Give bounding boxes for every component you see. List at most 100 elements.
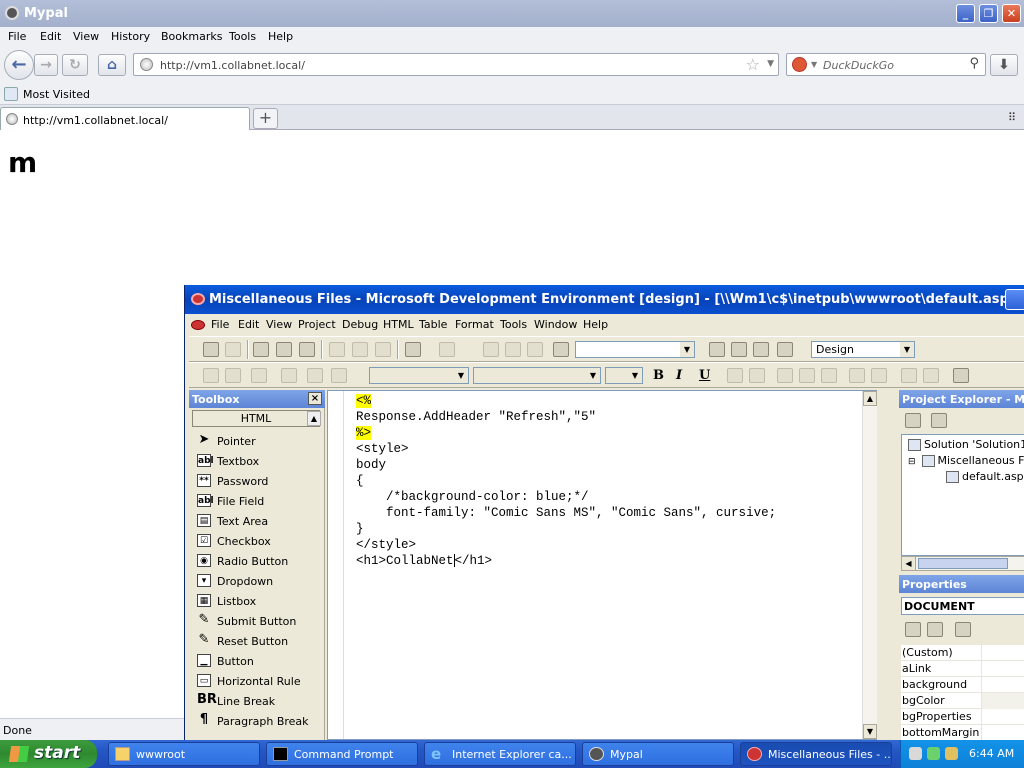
underline-button[interactable]: U — [699, 368, 710, 383]
network-icon[interactable] — [909, 747, 922, 760]
copy-icon[interactable] — [352, 342, 368, 357]
solution-explorer-icon[interactable] — [709, 342, 725, 357]
save-icon[interactable] — [276, 342, 292, 357]
search-engine-dropdown-icon[interactable]: ▼ — [811, 60, 817, 69]
grid-icon[interactable] — [251, 368, 267, 383]
ide-menu-icon[interactable] — [191, 320, 205, 330]
scroll-left-icon[interactable]: ◀ — [902, 557, 916, 570]
ide-menu-html[interactable]: HTML — [383, 318, 414, 331]
start-debug-icon[interactable] — [483, 342, 499, 357]
property-value[interactable] — [981, 725, 1024, 741]
add-item-icon[interactable] — [225, 342, 241, 357]
toolbox-item[interactable]: ▤ Text Area — [195, 512, 321, 530]
view-code-icon[interactable] — [905, 413, 921, 428]
toolbox-item[interactable]: ➤ Pointer — [195, 432, 321, 450]
code-editor[interactable]: <% Response.AddHeader "Refresh","5" %> <… — [327, 390, 877, 740]
save-all-icon[interactable] — [299, 342, 315, 357]
sort-alphabetic-icon[interactable] — [905, 622, 921, 637]
sort-categorized-icon[interactable] — [927, 622, 943, 637]
numbered-list-icon[interactable] — [849, 368, 865, 383]
toolbox-item[interactable]: abl Textbox — [195, 452, 321, 470]
search-icon[interactable]: ⚲ — [969, 56, 979, 71]
scroll-up-icon[interactable]: ▲ — [863, 391, 877, 406]
property-row[interactable]: background — [901, 677, 1024, 693]
toolbox-item[interactable]: ✎ Reset Button — [195, 632, 321, 650]
toolbox-item[interactable]: ▦ Listbox — [195, 592, 321, 610]
scroll-down-icon[interactable]: ▼ — [863, 724, 877, 739]
ide-menu-help[interactable]: Help — [583, 318, 608, 331]
property-row[interactable]: (Custom) — [901, 645, 1024, 661]
most-visited-bookmark[interactable]: Most Visited — [23, 88, 90, 101]
start-button[interactable]: start — [0, 740, 97, 768]
outdent-icon[interactable] — [901, 368, 917, 383]
menu-view[interactable]: View — [73, 30, 99, 43]
task-wwwroot[interactable]: wwwroot — [108, 742, 260, 766]
volume-icon[interactable] — [945, 747, 958, 760]
menu-history[interactable]: History — [111, 30, 150, 43]
toolbox-item[interactable]: ☑ Checkbox — [195, 532, 321, 550]
block-format-select[interactable]: ▼ — [369, 367, 469, 384]
italic-button[interactable]: I — [676, 368, 682, 383]
ide-menu-view[interactable]: View — [266, 318, 292, 331]
tree-node-misc-files[interactable]: ⊟ Miscellaneous Files — [908, 454, 1024, 467]
toolbox-item[interactable]: abl File Field — [195, 492, 321, 510]
close-button[interactable]: ✕ — [1002, 4, 1021, 23]
absolute-position-icon[interactable] — [307, 368, 323, 383]
properties-object-select[interactable]: DOCUMENT — [901, 597, 1024, 615]
undo-icon[interactable] — [405, 342, 421, 357]
menu-tools[interactable]: Tools — [229, 30, 256, 43]
toolbox-tab-html[interactable]: HTML — [192, 410, 320, 427]
task-mypal[interactable]: Mypal — [582, 742, 734, 766]
project-tree-horizontal-scrollbar[interactable]: ◀ — [901, 556, 1024, 571]
home-button[interactable]: ⌂ — [98, 54, 126, 76]
task-list-icon[interactable] — [777, 342, 793, 357]
toolbox-item[interactable]: ▁ Button — [195, 652, 321, 670]
paste-icon[interactable] — [375, 342, 391, 357]
align-left-icon[interactable] — [777, 368, 793, 383]
property-value[interactable] — [981, 661, 1024, 677]
ide-menu-window[interactable]: Window — [534, 318, 577, 331]
tab-collabnet[interactable]: http://vm1.collabnet.local/ — [0, 107, 250, 130]
property-value[interactable] — [981, 677, 1024, 693]
font-size-select[interactable]: ▼ — [605, 367, 643, 384]
indent-icon[interactable] — [923, 368, 939, 383]
new-tab-button[interactable]: + — [253, 108, 278, 129]
toolbox-item[interactable]: ▾ Dropdown — [195, 572, 321, 590]
minimize-button[interactable]: _ — [956, 4, 975, 23]
snap-grid-icon[interactable] — [331, 368, 347, 383]
new-project-icon[interactable] — [203, 342, 219, 357]
property-row[interactable]: bgProperties — [901, 709, 1024, 725]
align-center-icon[interactable] — [799, 368, 815, 383]
menu-bookmarks[interactable]: Bookmarks — [161, 30, 222, 43]
ide-menu-file[interactable]: File — [211, 318, 229, 331]
forward-button[interactable]: → — [34, 54, 58, 76]
toolbox-item[interactable]: ** Password — [195, 472, 321, 490]
chevron-down-icon[interactable]: ▼ — [900, 342, 914, 357]
ide-menu-debug[interactable]: Debug — [342, 318, 378, 331]
ide-minimize-button[interactable] — [1005, 289, 1024, 310]
toolbox-item[interactable]: ✎ Submit Button — [195, 612, 321, 630]
duckduckgo-icon[interactable] — [792, 57, 807, 72]
ide-menu-edit[interactable]: Edit — [238, 318, 259, 331]
toolbox-item[interactable]: BR Line Break — [195, 692, 321, 710]
ide-menu-project[interactable]: Project — [298, 318, 336, 331]
properties-window-icon[interactable] — [731, 342, 747, 357]
task-internet-explorer[interactable]: e Internet Explorer ca... — [424, 742, 576, 766]
menu-file[interactable]: File — [8, 30, 26, 43]
chevron-down-icon[interactable]: ▼ — [628, 368, 642, 383]
back-color-icon[interactable] — [749, 368, 765, 383]
url-dropdown-icon[interactable]: ▼ — [767, 59, 774, 69]
toolbox-close-icon[interactable]: × — [308, 392, 322, 405]
url-bar[interactable]: http://vm1.collabnet.local/ ☆ ▼ — [133, 53, 779, 76]
ide-menu-format[interactable]: Format — [455, 318, 494, 331]
redo-icon[interactable] — [439, 342, 455, 357]
menu-edit[interactable]: Edit — [40, 30, 61, 43]
ide-menu-tools[interactable]: Tools — [500, 318, 527, 331]
maximize-button[interactable]: ❐ — [979, 4, 998, 23]
bold-button[interactable]: B — [653, 368, 664, 383]
find-binoculars-icon[interactable] — [553, 342, 569, 357]
chevron-down-icon[interactable]: ▼ — [586, 368, 600, 383]
toolbox-item[interactable]: ▭ Horizontal Rule — [195, 672, 321, 690]
find-combo[interactable]: ▼ — [575, 341, 695, 358]
property-row[interactable]: bottomMargin — [901, 725, 1024, 741]
